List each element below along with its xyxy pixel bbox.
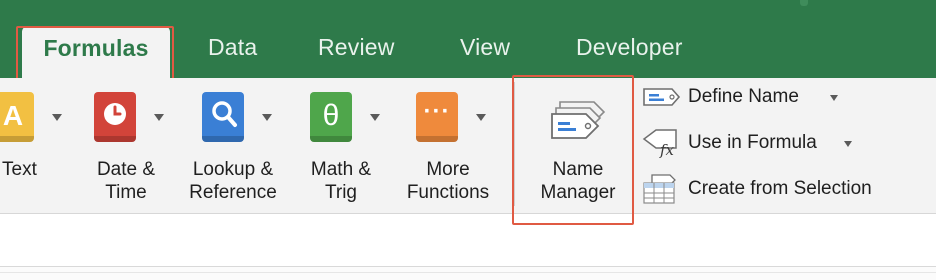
math-label-line2: Trig xyxy=(324,182,358,203)
window-edge-marker xyxy=(800,0,808,6)
lookup-label-line1: Lookup & xyxy=(192,159,274,180)
name-tags-icon xyxy=(551,101,606,139)
tab-review[interactable]: Review xyxy=(318,32,395,62)
ribbon-group-separator xyxy=(514,82,515,206)
formulas-ribbon: A Text Date & Time Lookup & Reference θ … xyxy=(0,78,936,214)
more-functions-button[interactable]: ··· More Functions xyxy=(396,92,500,212)
more-functions-dropdown-caret-icon[interactable] xyxy=(476,114,486,121)
text-dropdown-caret-icon[interactable] xyxy=(52,114,62,121)
date-time-button[interactable]: Date & Time xyxy=(84,92,168,212)
define-name-label: Define Name xyxy=(688,86,799,107)
text-button-label: Text xyxy=(2,159,37,180)
lookup-label-line2: Reference xyxy=(189,182,277,203)
text-book-icon: A xyxy=(0,92,34,142)
date-time-label-line2: Time xyxy=(105,182,147,203)
svg-text:fx: fx xyxy=(659,141,675,158)
text-functions-button[interactable]: A Text xyxy=(0,92,62,212)
name-manager-label-line2: Manager xyxy=(540,182,616,203)
create-from-selection-grid-icon xyxy=(643,174,676,204)
lookup-dropdown-caret-icon[interactable] xyxy=(262,114,272,121)
date-time-label-line1: Date & xyxy=(96,159,156,180)
tab-developer[interactable]: Developer xyxy=(576,32,683,62)
tab-formulas[interactable]: Formulas xyxy=(22,26,170,78)
more-functions-label-line2: Functions xyxy=(406,182,490,203)
magnifier-book-icon xyxy=(202,92,244,142)
create-from-selection-button[interactable]: Create from Selection xyxy=(642,174,912,204)
define-name-button[interactable]: Define Name xyxy=(642,82,842,112)
magnifier-icon xyxy=(212,101,237,127)
clock-icon xyxy=(104,103,126,125)
math-trig-button[interactable]: θ Math & Trig xyxy=(298,92,384,212)
math-label-line1: Math & xyxy=(310,159,372,180)
use-in-formula-button[interactable]: fx Use in Formula xyxy=(642,128,856,158)
tab-data[interactable]: Data xyxy=(208,32,257,62)
use-in-formula-fx-icon: fx xyxy=(642,129,677,158)
math-dropdown-caret-icon[interactable] xyxy=(370,114,380,121)
dots-book-icon: ··· xyxy=(416,92,458,142)
use-in-formula-label: Use in Formula xyxy=(688,132,817,153)
theta-book-icon: θ xyxy=(310,92,352,142)
clock-book-icon xyxy=(94,92,136,142)
name-manager-button[interactable]: Name Manager xyxy=(528,92,628,212)
name-manager-label-line1: Name xyxy=(552,159,604,180)
lookup-reference-button[interactable]: Lookup & Reference xyxy=(180,92,286,212)
define-name-caret-icon[interactable] xyxy=(830,95,838,101)
define-name-tag-icon xyxy=(643,88,681,106)
ribbon-tab-bar: Formulas Data Review View Developer xyxy=(0,0,936,78)
sheet-area-edge xyxy=(0,266,936,280)
more-functions-label-line1: More xyxy=(426,159,470,180)
use-in-formula-caret-icon[interactable] xyxy=(844,141,852,147)
date-time-dropdown-caret-icon[interactable] xyxy=(154,114,164,121)
create-from-selection-label: Create from Selection xyxy=(688,178,872,199)
tab-view[interactable]: View xyxy=(460,32,510,62)
